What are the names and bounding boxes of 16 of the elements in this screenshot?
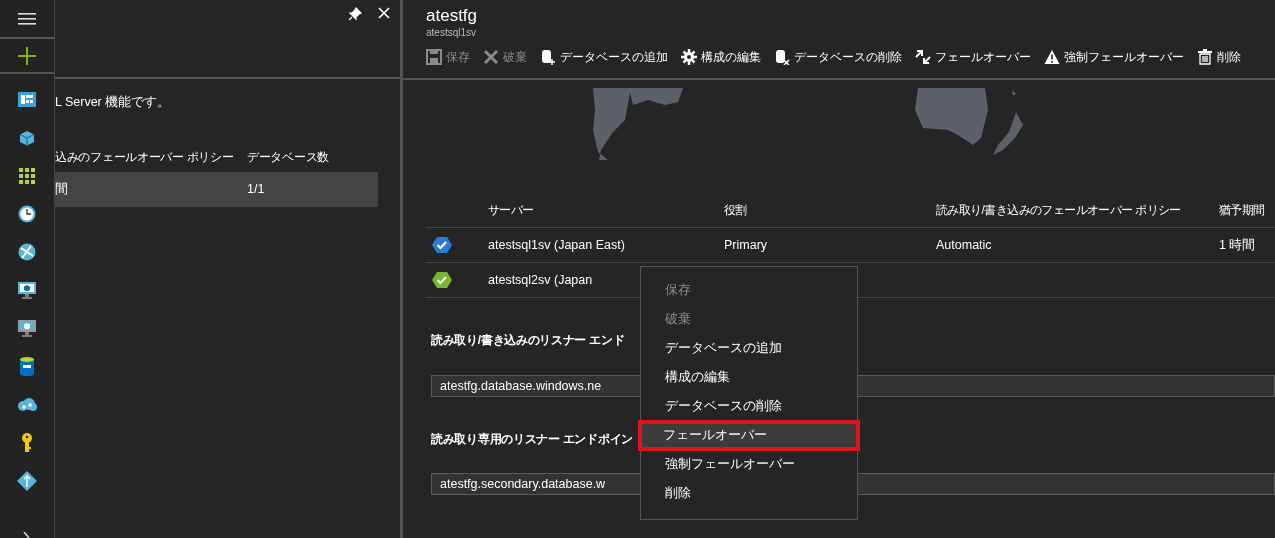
column-header: 役割 [724,201,747,219]
blade-subtitle: atestsql1sv [426,27,478,39]
field-label: 読み取り専用のリスナー エンドポイン [431,431,633,448]
table-cell-text: 1 時間 [1219,236,1256,254]
description-text: L Server 機能です。 [55,94,172,111]
table-cell-text: atestsql2sv (Japan [488,271,593,289]
table-cell-text: Primary [724,236,768,254]
column-header: サーバー [488,201,534,219]
table-cell-text: atestsql1sv (Japan East) [488,236,625,254]
column-header: 込みのフェールオーバー ポリシー [55,148,235,166]
column-header: 猶予期間 [1219,201,1265,219]
column-header: 読み取り/書き込みのフェールオーバー ポリシー [936,201,1181,219]
blade-title: atestfg [426,5,479,27]
table-cell-text: Automatic [936,236,992,254]
column-header: データベース数 [247,148,329,166]
field-label: 読み取り/書き込みのリスナー エンド [431,332,625,349]
